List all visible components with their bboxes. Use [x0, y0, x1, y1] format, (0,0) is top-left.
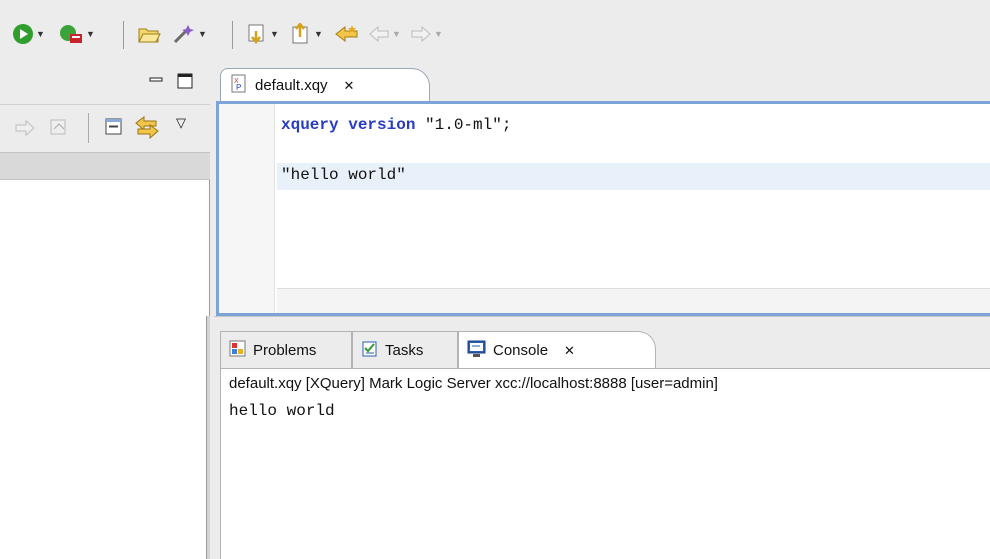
close-icon[interactable]: ✕: [564, 343, 575, 359]
left-view-toolbar: ▽: [0, 104, 210, 152]
next-annotation-button[interactable]: ▼: [246, 22, 279, 46]
chevron-down-icon[interactable]: ▼: [36, 29, 45, 39]
editor-tab-bar: XP default.xqy ✕: [214, 62, 990, 102]
console-output: hello world: [229, 402, 335, 420]
toolbar-separator: [232, 21, 233, 49]
last-edit-button[interactable]: [334, 22, 360, 46]
chevron-down-icon[interactable]: ▼: [434, 29, 443, 39]
editor-ruler: [219, 104, 275, 313]
back-icon: [368, 24, 390, 44]
collapse-all-icon[interactable]: [104, 117, 124, 141]
open-folder-icon: [137, 23, 161, 45]
tab-problems[interactable]: Problems: [220, 331, 352, 369]
wand-button[interactable]: ▼: [172, 22, 207, 46]
chevron-down-icon[interactable]: ▼: [314, 29, 323, 39]
chevron-down-icon[interactable]: ▼: [392, 29, 401, 39]
debug-server-icon: [58, 23, 84, 45]
prev-annotation-icon: [290, 23, 312, 45]
server-button[interactable]: ▼: [58, 22, 95, 46]
link-editor-icon[interactable]: [134, 115, 160, 143]
view-menu-icon[interactable]: ▽: [176, 115, 186, 131]
left-view-content-header: [0, 152, 210, 180]
close-icon[interactable]: ✕: [344, 78, 355, 94]
home-icon[interactable]: [48, 117, 70, 141]
last-edit-icon: [334, 23, 360, 45]
left-view-panel: ▽: [0, 62, 210, 559]
sash[interactable]: [206, 316, 210, 559]
chevron-down-icon[interactable]: ▼: [270, 29, 279, 39]
left-view-header: [0, 62, 210, 104]
next-annotation-icon: [246, 23, 268, 45]
tab-console[interactable]: Console ✕: [458, 331, 656, 369]
console-output-area[interactable]: hello world: [220, 398, 990, 559]
minimize-icon[interactable]: [148, 72, 164, 92]
forward-icon: [410, 24, 432, 44]
forward-button[interactable]: ▼: [410, 22, 443, 46]
prev-annotation-button[interactable]: ▼: [290, 22, 323, 46]
open-button[interactable]: [137, 22, 161, 46]
tab-default-xqy[interactable]: XP default.xqy ✕: [220, 68, 430, 102]
code-editor[interactable]: xquery version "1.0-ml"; "hello world": [216, 101, 990, 316]
code-string: "1.0-ml";: [415, 116, 512, 134]
main-toolbar: ▼ ▼ ▼ ▼ ▼ ▼ ▼: [0, 0, 990, 62]
tab-label: default.xqy: [255, 77, 328, 94]
tasks-icon: [361, 340, 379, 362]
console-icon: [467, 340, 487, 362]
tab-tasks[interactable]: Tasks: [352, 331, 458, 369]
toolbar-separator: [123, 21, 124, 49]
views-tab-bar: Problems Tasks Console ✕: [214, 316, 990, 369]
chevron-down-icon[interactable]: ▼: [86, 29, 95, 39]
chevron-down-icon[interactable]: ▼: [198, 29, 207, 39]
run-icon: [12, 23, 34, 45]
wand-icon: [172, 23, 196, 45]
tab-label: Tasks: [385, 342, 424, 359]
maximize-icon[interactable]: [176, 72, 194, 94]
console-description: default.xqy [XQuery] Mark Logic Server x…: [220, 368, 990, 398]
tab-label: Problems: [253, 342, 317, 359]
run-button[interactable]: ▼: [12, 22, 45, 46]
tab-label: Console: [493, 342, 549, 359]
svg-text:P: P: [236, 83, 241, 92]
back-button[interactable]: ▼: [368, 22, 401, 46]
toolbar-separator: [88, 113, 89, 143]
xquery-file-icon: XP: [231, 74, 247, 98]
code-line-2: "hello world": [281, 166, 406, 184]
horizontal-scrollbar[interactable]: [277, 288, 990, 313]
code-keyword: xquery version: [281, 116, 416, 134]
forward-nav-icon[interactable]: [14, 119, 36, 141]
code-line-1: xquery version "1.0-ml";: [281, 116, 511, 134]
problems-icon: [229, 340, 247, 362]
